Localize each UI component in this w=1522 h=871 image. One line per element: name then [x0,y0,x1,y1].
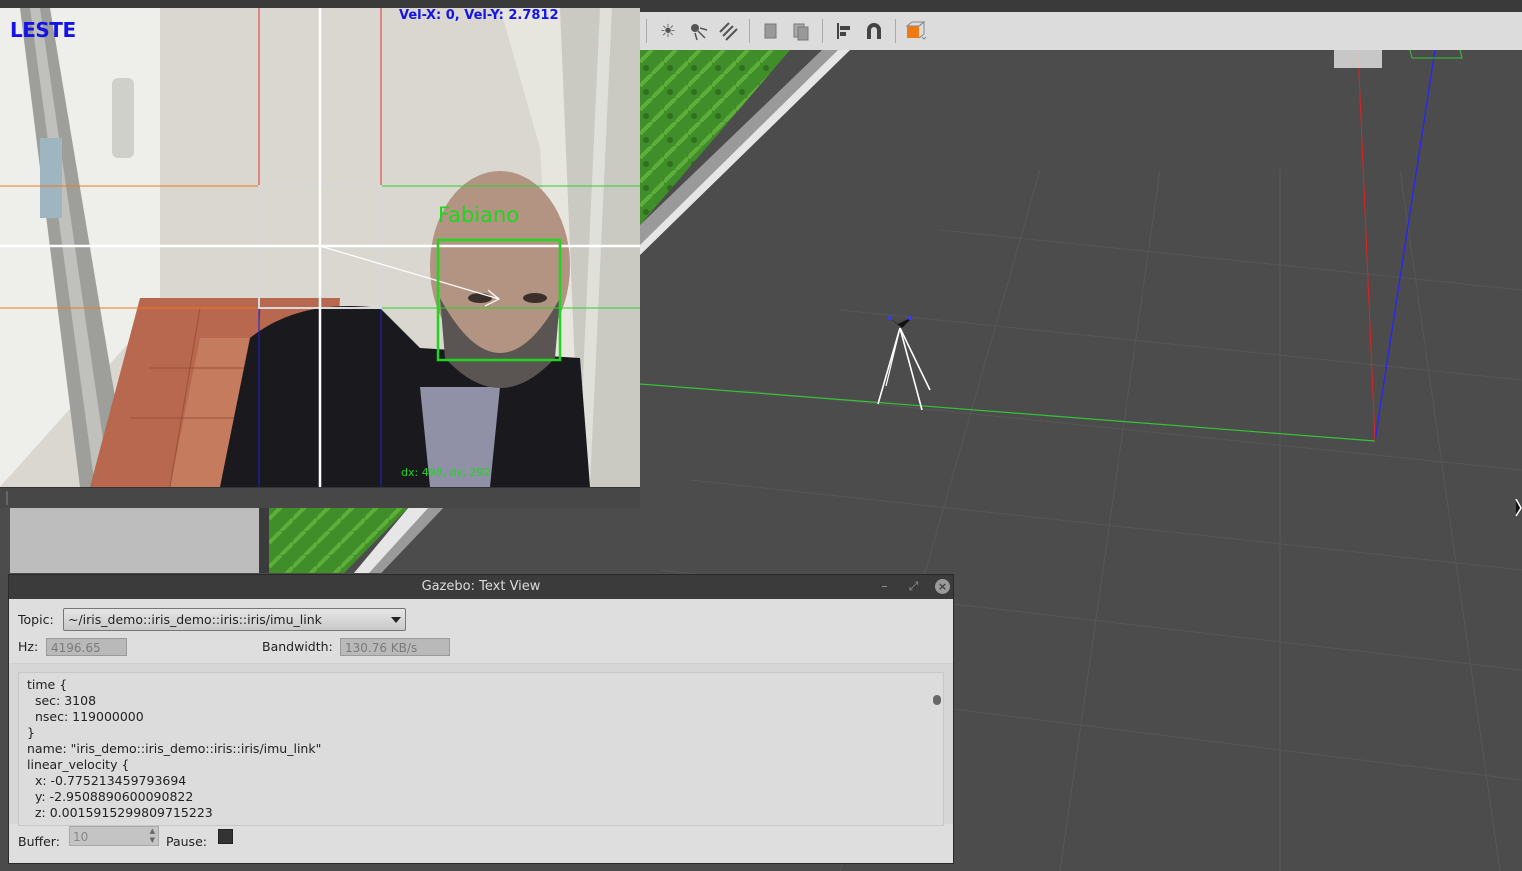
message-area: time { sec: 3108 nsec: 119000000 } name:… [9,663,953,826]
directional-light-icon[interactable] [715,18,741,44]
dialog-title: Gazebo: Text View [421,579,541,594]
y-axis-red [1357,50,1376,442]
magnet-snap-icon[interactable] [861,18,887,44]
buffer-spinbox[interactable]: 10 ▲ ▼ [69,826,159,846]
copy-icon[interactable] [758,18,784,44]
camera-status-bar [0,487,640,508]
spinbox-arrows-icon[interactable]: ▲ ▼ [150,827,155,845]
bandwidth-field: 130.76 KB/s [340,638,450,656]
chevron-down-icon [391,617,401,623]
direction-label: LESTE [10,18,76,42]
toolbar-separator [646,19,647,43]
x-axis-green [640,383,1376,442]
topic-label: Topic: [18,612,54,627]
drone-model [877,316,931,411]
sun-light-icon[interactable]: ☀ [655,18,681,44]
face-name-label: Fabiano [438,203,520,227]
far-object [1334,50,1382,68]
maximize-icon[interactable]: ⤢ [906,579,921,594]
z-axis-blue [1374,50,1436,442]
camera-window[interactable]: LESTE Vel-X: 0, Vel-Y: 2.7812 Fabiano dx… [0,0,640,508]
close-icon[interactable]: × [935,579,950,594]
toolbar-separator [749,19,750,43]
grass-top-strip [640,50,790,225]
panel-splitter[interactable] [259,507,269,573]
green-box-outline [1409,50,1463,59]
minimize-icon[interactable]: – [877,579,892,594]
toolbar-separator [822,19,823,43]
mouse-cursor-icon [1515,498,1522,521]
hz-label: Hz: [18,639,39,654]
scrollbar-handle[interactable] [933,695,941,705]
paste-icon[interactable] [788,18,814,44]
buffer-label: Buffer: [18,834,60,849]
velocity-readout: Vel-X: 0, Vel-Y: 2.7812 [399,8,559,23]
gazebo-toolbar: ☀ [640,12,1522,51]
pause-checkbox[interactable] [218,829,233,844]
pause-label: Pause: [166,834,207,849]
bandwidth-label: Bandwidth: [262,639,333,654]
dialog-body: Topic: ~/iris_demo::iris_demo::iris::iri… [9,599,953,863]
point-light-icon[interactable] [685,18,711,44]
viewport-lower-left [269,507,469,573]
offset-readout: dx: 498, dy: 292 [401,466,491,479]
hz-field: 4196.65 [46,638,127,656]
side-panel [10,507,259,573]
toolbar-separator [895,19,896,43]
message-text-box[interactable]: time { sec: 3108 nsec: 119000000 } name:… [18,672,944,826]
view-angle-icon[interactable] [904,18,930,44]
camera-feed: LESTE Vel-X: 0, Vel-Y: 2.7812 Fabiano dx… [0,8,640,487]
topic-dropdown[interactable]: ~/iris_demo::iris_demo::iris::iris/imu_l… [63,608,406,631]
text-view-dialog: Gazebo: Text View – ⤢ × Topic: ~/iris_de… [8,574,954,864]
message-content: time { sec: 3108 nsec: 119000000 } name:… [27,677,322,820]
buffer-value: 10 [73,830,89,844]
dialog-title-bar[interactable]: Gazebo: Text View [9,575,953,599]
align-icon[interactable] [831,18,857,44]
topic-value: ~/iris_demo::iris_demo::iris::iris/imu_l… [68,612,322,627]
